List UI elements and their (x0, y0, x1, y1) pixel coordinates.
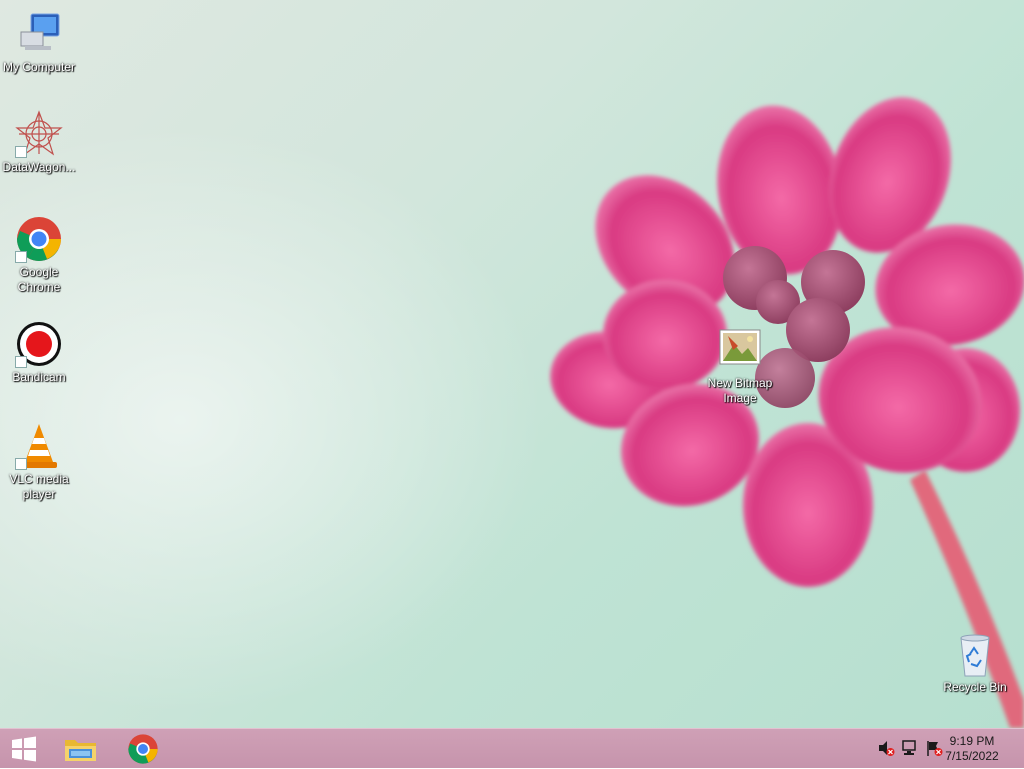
folder-icon (65, 740, 96, 761)
desktop-icon-bandicam[interactable]: Bandicam (1, 320, 77, 385)
start-button[interactable] (0, 729, 48, 769)
desktop-icon-label: Google Chrome (17, 265, 61, 294)
taskbar-file-explorer-button[interactable] (57, 729, 105, 769)
wallpaper-flower (550, 97, 1024, 728)
action-center-flag-icon[interactable] (925, 739, 943, 757)
vlc-icon (15, 422, 63, 470)
taskbar: 9:19 PM 7/15/2022 (0, 728, 1024, 768)
desktop-icon-label: VLC media player (9, 472, 69, 501)
desktop-icon-my-computer[interactable]: My Computer (1, 10, 77, 75)
system-tray: 9:19 PM 7/15/2022 (864, 729, 1024, 769)
desktop-icon-vlc-media-player[interactable]: VLC media player (1, 422, 77, 502)
desktop-icon-label: My Computer (2, 60, 76, 74)
chrome-icon (128, 734, 158, 764)
shortcut-arrow-icon (15, 251, 27, 263)
chrome-icon (15, 215, 63, 263)
shortcut-arrow-icon (15, 356, 27, 368)
datawagon-icon (15, 110, 63, 158)
recycle-bin-icon (951, 630, 999, 678)
desktop-icon-label: Bandicam (12, 370, 66, 384)
desktop-icon-recycle-bin[interactable]: Recycle Bin (937, 630, 1013, 695)
clock-date: 7/15/2022 (945, 749, 999, 763)
desktop-icon-label: DataWagon... (2, 160, 76, 174)
desktop-icon-label: New Bitmap Image (707, 376, 773, 405)
desktop-icon-label: Recycle Bin (943, 680, 1007, 694)
desktop-icon-new-bitmap-image[interactable]: New Bitmap Image (702, 326, 778, 406)
taskbar-clock[interactable]: 9:19 PM 7/15/2022 (942, 734, 1002, 764)
speaker-muted-icon[interactable] (877, 739, 895, 757)
shortcut-arrow-icon (15, 458, 27, 470)
network-icon[interactable] (901, 739, 919, 757)
windows-logo-icon (12, 736, 36, 762)
desktop-icon-google-chrome[interactable]: Google Chrome (1, 215, 77, 295)
shortcut-arrow-icon (15, 146, 27, 158)
clock-time: 9:19 PM (949, 734, 995, 748)
desktop[interactable]: My Computer DataWagon... Google Chrome B… (0, 0, 1024, 728)
desktop-icon-datawagon[interactable]: DataWagon... (1, 110, 77, 175)
bitmap-image-icon (716, 326, 764, 374)
bandicam-icon (15, 320, 63, 368)
taskbar-google-chrome-button[interactable] (119, 729, 167, 769)
computer-icon (15, 10, 63, 58)
